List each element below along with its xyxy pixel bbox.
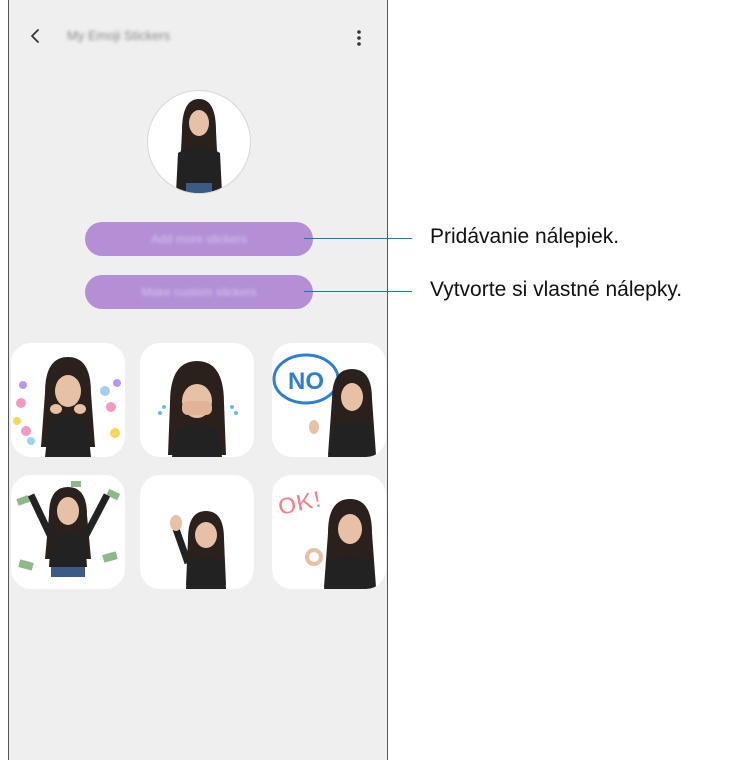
more-vertical-icon [357,30,361,46]
callout-line-add-more [304,238,412,239]
add-more-stickers-label: Add more stickers [150,232,248,246]
add-more-stickers-button[interactable]: Add more stickers [85,222,313,256]
callout-label-make-custom: Vytvorte si vlastné nálepky. [430,278,683,301]
sticker-crying[interactable] [140,343,254,457]
back-button[interactable] [23,24,47,48]
sticker-wave[interactable] [140,475,254,589]
sticker-money-image [16,481,121,577]
more-options-button[interactable] [353,26,365,50]
sticker-no-image: NO [272,353,376,457]
sticker-money[interactable] [11,475,125,589]
top-app-bar: My Emoji Stickers [9,0,387,78]
sticker-hearts-image [13,357,121,457]
phone-screen: My Emoji Stickers Add more stickers Make… [8,0,388,760]
sticker-no[interactable]: NO [272,343,386,457]
callout-line-make-custom [304,291,412,292]
sticker-crying-image [158,361,238,457]
avatar-figure [176,99,222,193]
sticker-ok[interactable]: OK! [272,475,386,589]
callout-label-add-more: Pridávanie nálepiek. [430,225,620,248]
make-custom-stickers-label: Make custom stickers [141,285,257,299]
sticker-ok-image: OK! [275,485,376,589]
page-title: My Emoji Stickers [67,28,171,43]
sticker-hearts[interactable] [11,343,125,457]
make-custom-stickers-button[interactable]: Make custom stickers [85,275,313,309]
avatar[interactable] [147,90,251,194]
sticker-no-text: NO [288,368,324,395]
sticker-ok-text: OK! [275,486,324,522]
chevron-left-icon [31,29,39,43]
sticker-wave-image [170,511,226,589]
